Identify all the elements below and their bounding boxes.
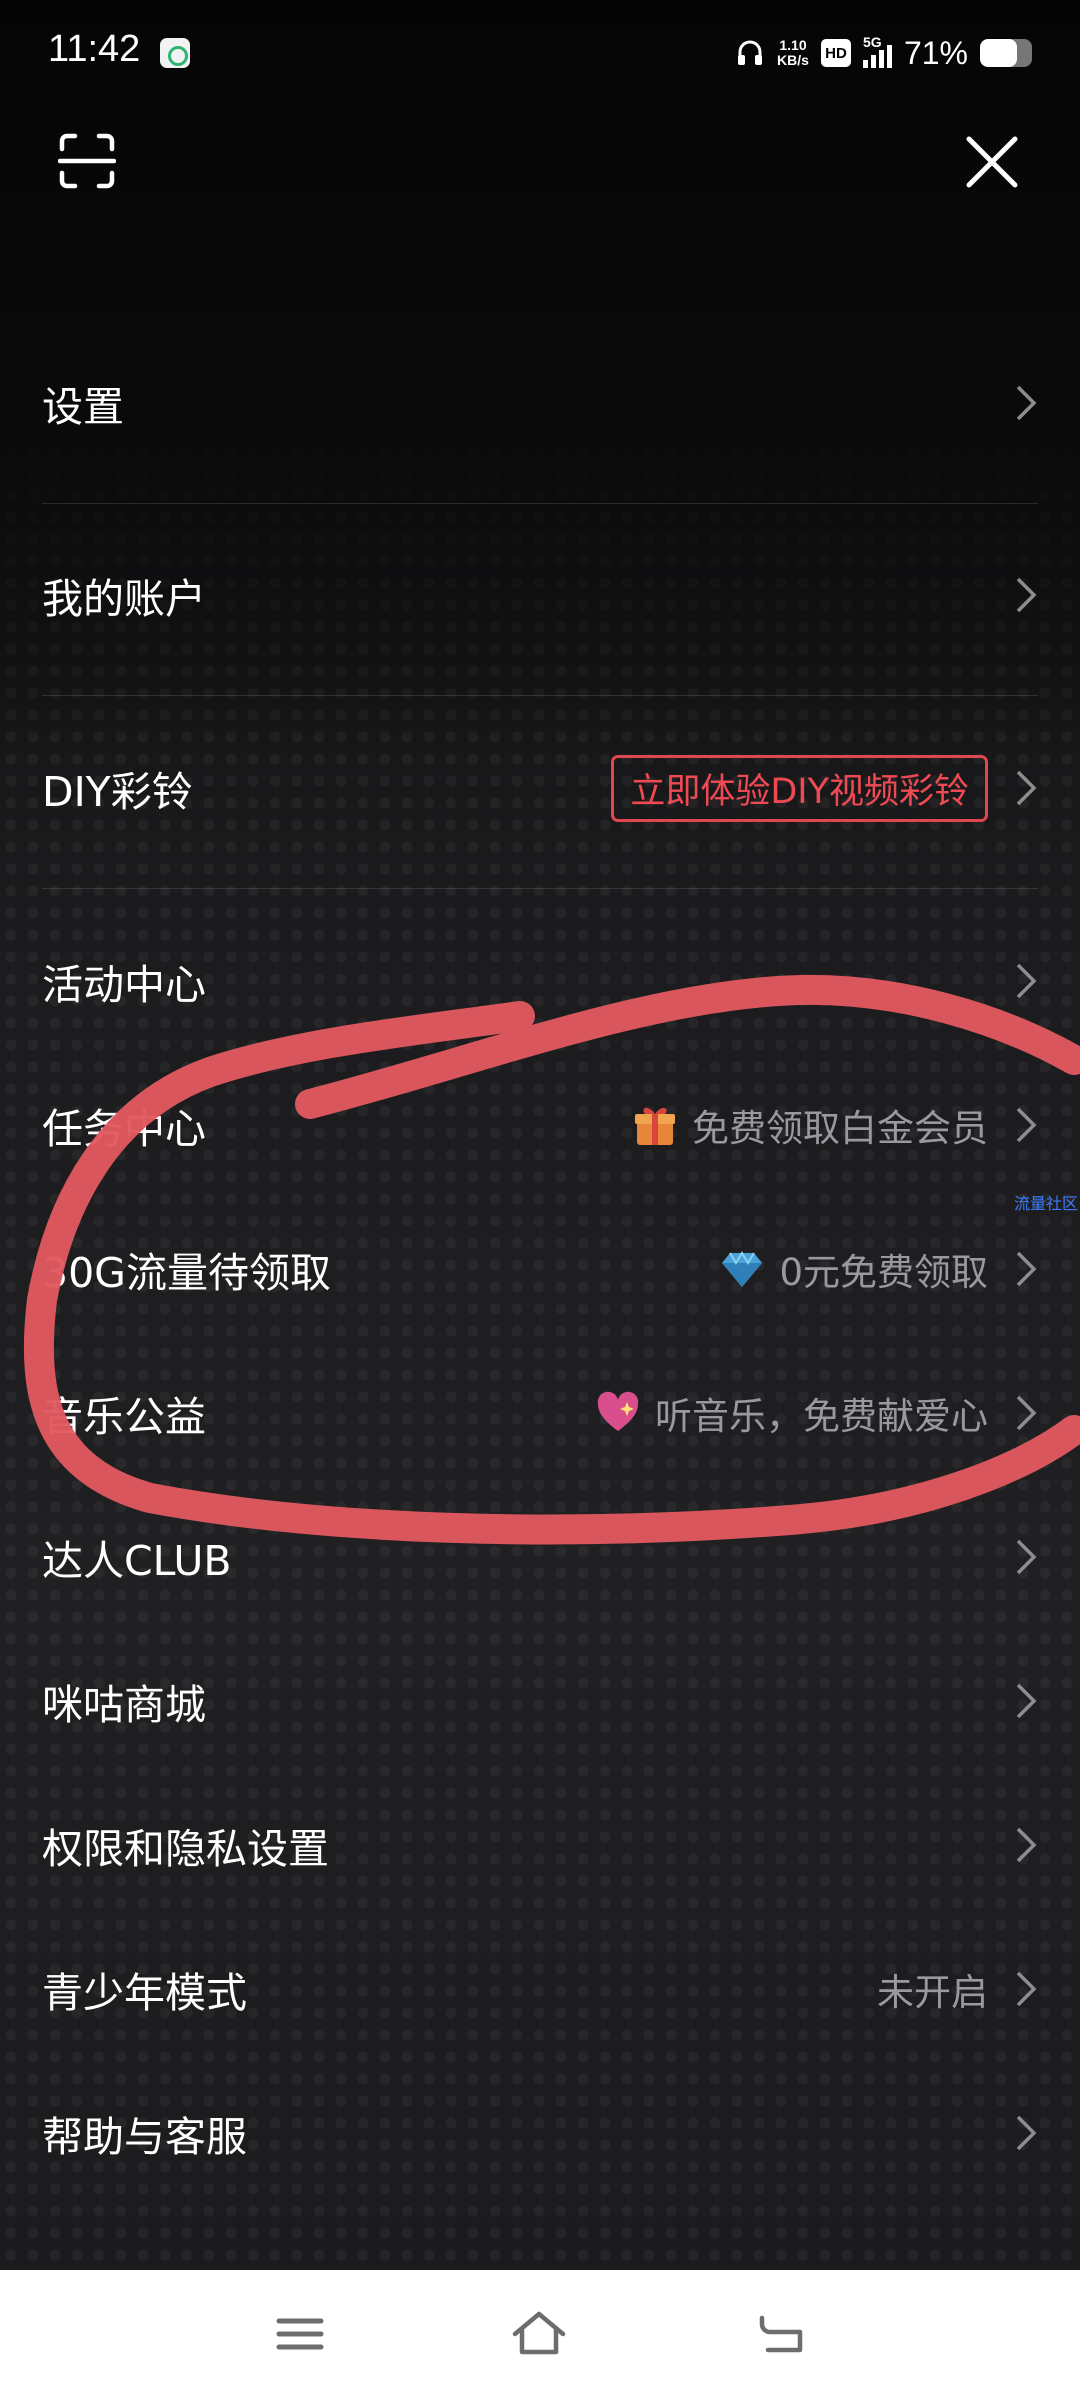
battery-percent: 71% xyxy=(903,34,968,71)
battery-icon xyxy=(980,39,1032,67)
menu-item-settings[interactable]: 设置 xyxy=(42,338,1038,504)
menu-item-teen-mode[interactable]: 青少年模式 未开启 xyxy=(42,1924,1038,2054)
menu-item-diy-ringtone[interactable]: DIY彩铃 立即体验DIY视频彩铃 xyxy=(42,723,1038,889)
menu-item-hint: 0元免费领取 xyxy=(719,1242,988,1296)
menu-item-label: 活动中心 xyxy=(42,961,206,1009)
menu-item-my-account[interactable]: 我的账户 xyxy=(42,530,1038,696)
chevron-right-icon xyxy=(1016,1683,1037,1719)
chevron-right-icon xyxy=(1016,770,1037,806)
signal-icon: 5G xyxy=(862,34,892,68)
menu-item-label: 咪咕商城 xyxy=(42,1681,206,1729)
menu-button[interactable] xyxy=(272,2308,328,2360)
chevron-right-icon xyxy=(1016,1395,1037,1431)
menu-icon xyxy=(276,2318,324,2350)
menu-item-label: 我的账户 xyxy=(42,575,206,623)
menu-item-talent-club[interactable]: 达人CLUB xyxy=(42,1492,1038,1622)
close-button[interactable] xyxy=(964,134,1020,190)
chevron-right-icon xyxy=(1016,1539,1037,1575)
menu-item-label: 音乐公益 xyxy=(42,1393,206,1441)
menu-item-privacy-settings[interactable]: 权限和隐私设置 xyxy=(42,1780,1038,1910)
status-bar: 11:42 1.10 KB/s HD 5G 71% xyxy=(0,0,1080,108)
heart-icon xyxy=(597,1391,639,1431)
menu-item-music-charity[interactable]: 音乐公益 听音乐，免费献爱心 xyxy=(42,1348,1038,1478)
home-icon xyxy=(512,2311,566,2355)
menu-item-hint: 听音乐，免费献爱心 xyxy=(595,1386,988,1440)
chevron-right-icon xyxy=(1016,1971,1037,2007)
menu-item-data-reward[interactable]: 30G流量待领取 0元免费领取 xyxy=(42,1204,1038,1334)
back-icon xyxy=(759,2315,803,2353)
headset-icon xyxy=(738,40,763,65)
menu-item-label: 权限和隐私设置 xyxy=(42,1825,329,1873)
system-navigation-bar xyxy=(0,2270,1080,2400)
menu-item-hint-text: 0元免费领取 xyxy=(779,1251,988,1294)
menu-item-label: 设置 xyxy=(42,383,124,431)
menu-item-label: DIY彩铃 xyxy=(42,768,193,816)
gift-icon xyxy=(635,1107,675,1145)
menu-item-label: 达人CLUB xyxy=(42,1537,232,1585)
diy-promo-badge[interactable]: 立即体验DIY视频彩铃 xyxy=(611,754,988,822)
chevron-right-icon xyxy=(1016,577,1037,613)
chevron-right-icon xyxy=(1016,1107,1037,1143)
chevron-right-icon xyxy=(1016,2115,1037,2151)
status-time: 11:42 xyxy=(48,28,141,70)
close-icon xyxy=(966,136,1018,188)
menu-item-migu-mall[interactable]: 咪咕商城 xyxy=(42,1636,1038,1766)
menu-item-label: 青少年模式 xyxy=(42,1969,247,2017)
menu-item-help-support[interactable]: 帮助与客服 xyxy=(42,2068,1038,2198)
side-tag-link[interactable]: 流量社区 xyxy=(1014,1190,1078,1214)
chevron-right-icon xyxy=(1016,963,1037,999)
menu-item-task-center[interactable]: 任务中心 免费领取白金会员 xyxy=(42,1060,1038,1190)
menu-item-hint: 免费领取白金会员 xyxy=(632,1098,988,1152)
network-speed-value: 1.10 xyxy=(779,37,807,53)
back-button[interactable] xyxy=(754,2308,810,2360)
menu-item-label: 30G流量待领取 xyxy=(42,1249,331,1297)
scan-icon xyxy=(58,133,116,189)
notification-app-icon xyxy=(160,38,190,68)
menu-item-hint-text: 免费领取白金会员 xyxy=(692,1107,988,1150)
menu-item-hint-text: 听音乐，免费献爱心 xyxy=(655,1395,988,1438)
menu-item-label: 任务中心 xyxy=(42,1105,206,1153)
hd-badge: HD xyxy=(820,39,851,67)
network-speed: 1.10 KB/s xyxy=(777,38,809,68)
menu-item-label: 帮助与客服 xyxy=(42,2113,247,2161)
chevron-right-icon xyxy=(1016,1827,1037,1863)
network-speed-unit: KB/s xyxy=(777,52,809,68)
chevron-right-icon xyxy=(1016,1251,1037,1287)
chevron-right-icon xyxy=(1016,385,1037,421)
menu-item-hint: 未开启 xyxy=(877,1971,988,2014)
scan-button[interactable] xyxy=(58,132,116,190)
status-indicators: 1.10 KB/s HD 5G 71% xyxy=(735,32,1032,74)
menu-item-activity-center[interactable]: 活动中心 xyxy=(42,916,1038,1046)
network-type: 5G xyxy=(862,34,882,50)
home-button[interactable] xyxy=(511,2308,567,2360)
diamond-icon xyxy=(722,1251,763,1287)
